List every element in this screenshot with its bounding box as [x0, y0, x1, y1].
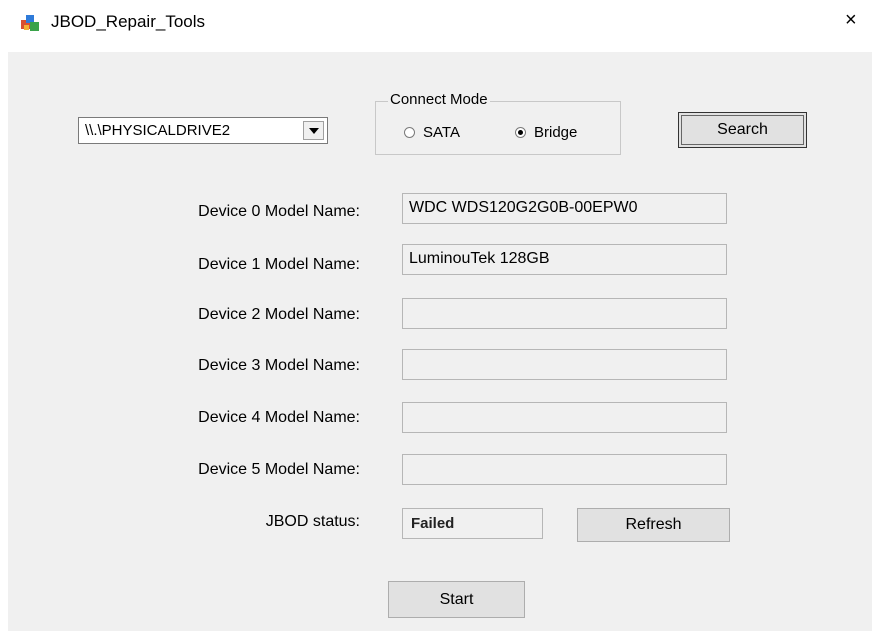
device-5-label: Device 5 Model Name: [198, 461, 360, 478]
device-3-label: Device 3 Model Name: [198, 357, 360, 374]
device-3-model-field [402, 349, 727, 380]
drive-select[interactable]: \\.\PHYSICALDRIVE2 [78, 117, 328, 144]
device-4-label: Device 4 Model Name: [198, 409, 360, 426]
connect-mode-label: Connect Mode [388, 91, 490, 108]
device-1-model-field: LuminouTek 128GB [402, 244, 727, 275]
device-2-model-field [402, 298, 727, 329]
device-4-model-field [402, 402, 727, 433]
radio-sata-label: SATA [423, 124, 460, 141]
connect-mode-group: Connect Mode SATA Bridge [375, 91, 621, 155]
window-title: JBOD_Repair_Tools [51, 12, 206, 31]
jbod-status-field: Failed [402, 508, 543, 539]
title-bar: JBOD_Repair_Tools × [0, 0, 872, 44]
jbod-app-icon [21, 15, 39, 31]
device-2-label: Device 2 Model Name: [198, 306, 360, 323]
refresh-button[interactable]: Refresh [577, 508, 730, 542]
close-icon[interactable]: × [845, 10, 857, 30]
radio-bridge-indicator[interactable] [515, 127, 526, 138]
radio-bridge-label: Bridge [534, 124, 578, 141]
jbod-status-label: JBOD status: [265, 513, 360, 530]
device-0-label: Device 0 Model Name: [198, 203, 360, 220]
device-1-label: Device 1 Model Name: [198, 256, 360, 273]
chevron-down-icon[interactable] [303, 121, 324, 140]
device-5-model-field [402, 454, 727, 485]
radio-bridge[interactable]: Bridge [515, 124, 577, 141]
search-button[interactable]: Search [678, 112, 807, 148]
radio-sata[interactable]: SATA [404, 124, 460, 141]
start-button[interactable]: Start [388, 581, 525, 618]
drive-select-value: \\.\PHYSICALDRIVE2 [85, 122, 231, 139]
device-0-model-field: WDC WDS120G2G0B-00EPW0 [402, 193, 727, 224]
radio-sata-indicator[interactable] [404, 127, 415, 138]
